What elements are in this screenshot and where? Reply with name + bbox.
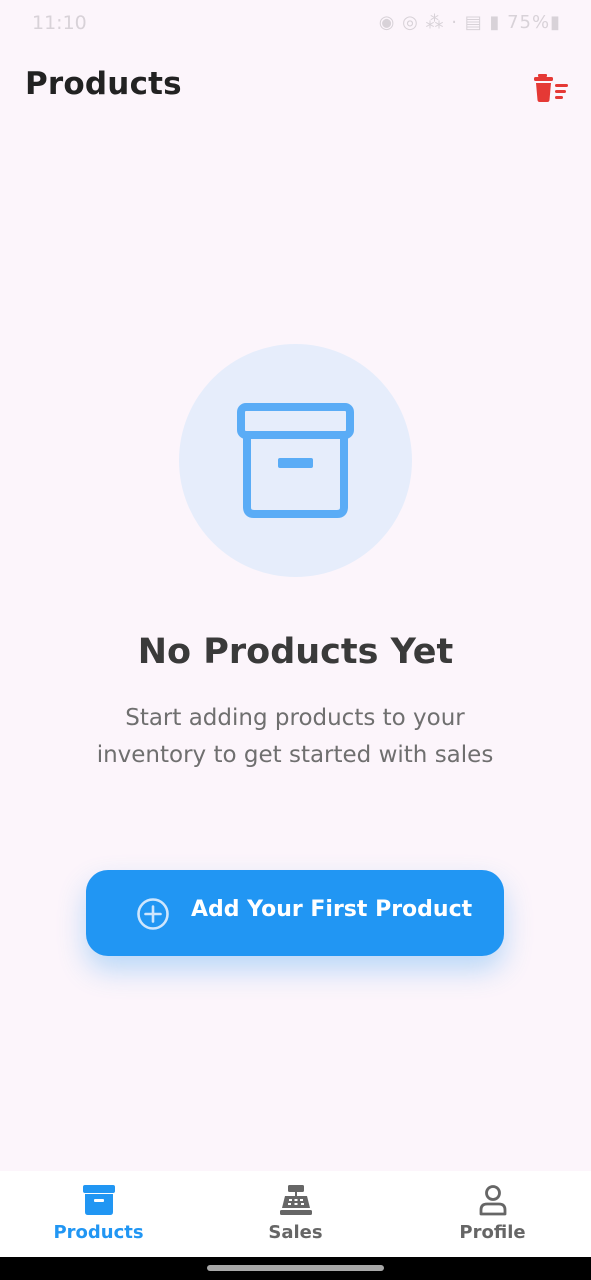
bottom-nav: Products Sales Profile [0, 1171, 591, 1257]
nav-item-products[interactable]: Products [0, 1171, 197, 1257]
nav-label-profile: Profile [459, 1222, 526, 1243]
nav-label-products: Products [53, 1222, 144, 1243]
archive-box-icon [237, 403, 354, 518]
system-gesture-bar [0, 1257, 591, 1280]
trash-list-icon [534, 74, 568, 102]
nav-item-profile[interactable]: Profile [394, 1171, 591, 1257]
status-icons: ◉ ◎ ⁂ · ▤ ▮ 75%▮ [378, 12, 561, 33]
app-bar: Products [0, 58, 591, 118]
status-time: 11:10 [32, 12, 87, 34]
add-product-label: Add Your First Product [191, 897, 473, 922]
archive-box-icon [83, 1185, 115, 1215]
nav-item-sales[interactable]: Sales [197, 1171, 394, 1257]
plus-circle-icon [137, 898, 169, 930]
status-bar: 11:10 ◉ ◎ ⁂ · ▤ ▮ 75%▮ [0, 0, 591, 48]
empty-title: No Products Yet [137, 632, 454, 672]
add-first-product-button[interactable]: Add Your First Product [86, 870, 504, 956]
cash-register-icon [280, 1185, 312, 1215]
empty-illustration [179, 344, 412, 577]
delete-all-button[interactable] [532, 70, 572, 106]
page-title: Products [25, 66, 182, 102]
empty-message: Start adding products to your inventory … [96, 705, 494, 768]
nav-label-sales: Sales [268, 1222, 323, 1243]
person-icon [479, 1185, 507, 1216]
home-gesture-handle[interactable] [207, 1265, 384, 1271]
